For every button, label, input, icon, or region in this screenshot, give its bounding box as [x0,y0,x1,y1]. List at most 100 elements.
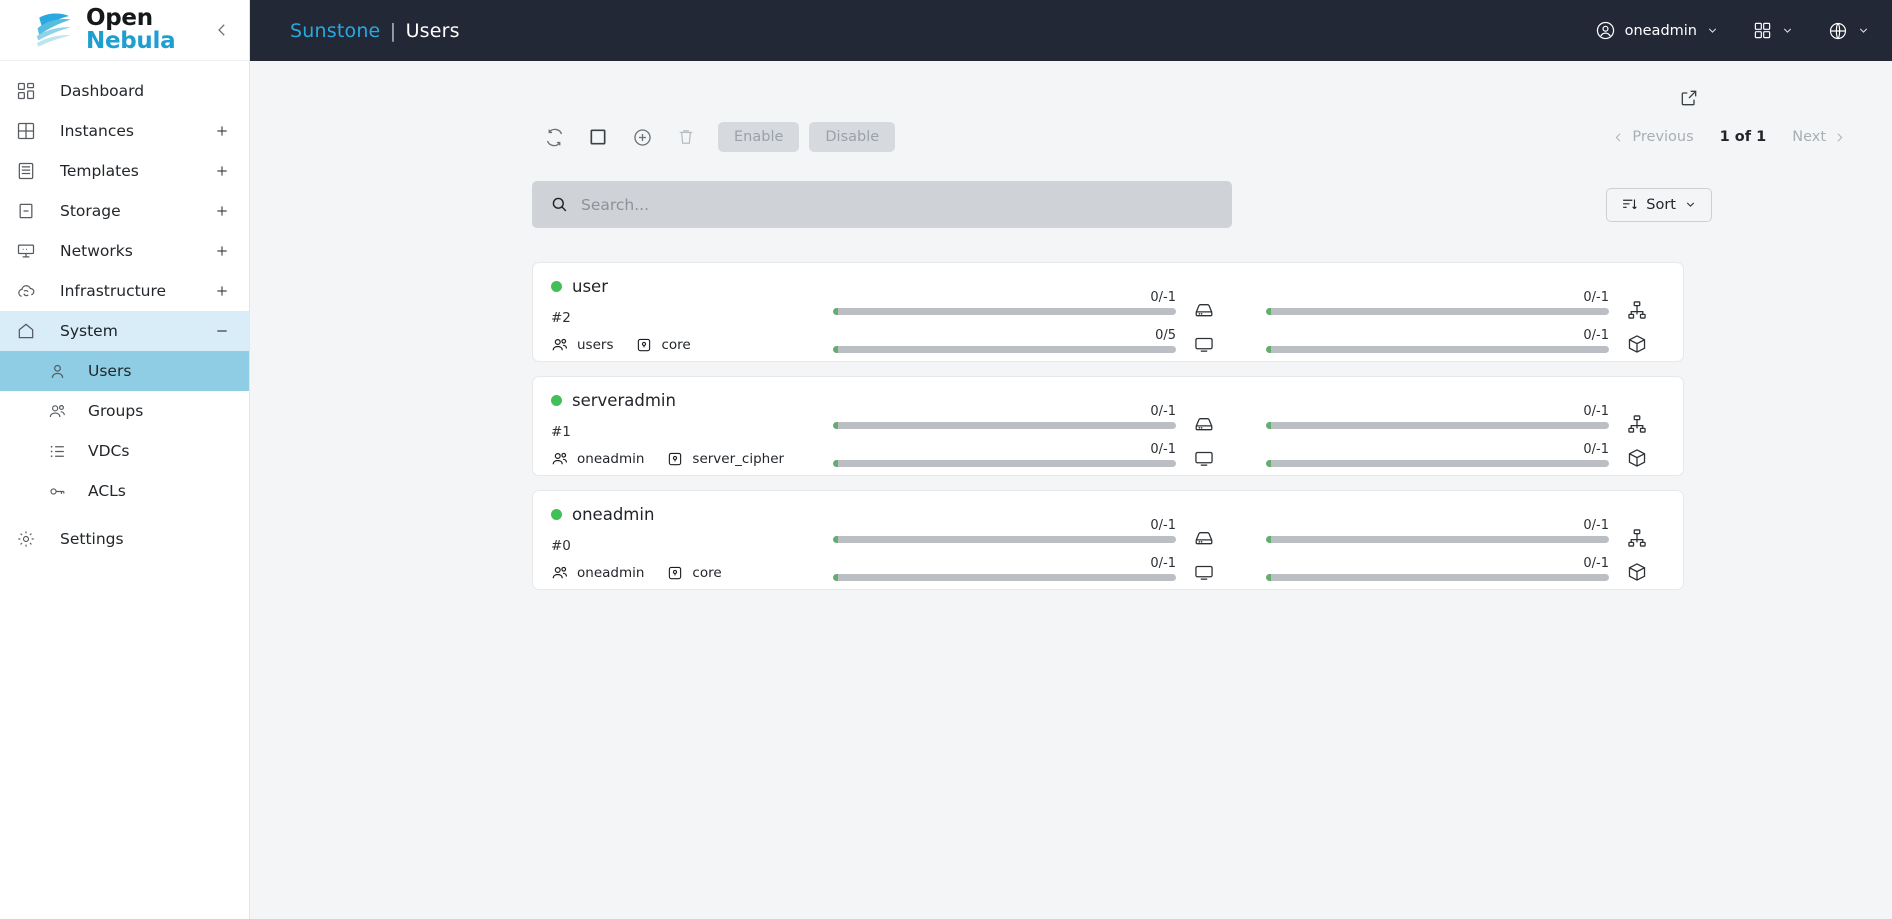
user-auth-label: core [661,337,691,353]
refresh-icon[interactable] [532,117,576,157]
quota-vm: 0/-1 [833,556,1176,581]
brand-line-1: Open [86,5,153,31]
collapse-system-button[interactable] [213,322,231,340]
sidebar-item-label: Groups [88,402,144,420]
user-group-label: users [577,337,614,353]
quota-bars: 0/-1 0/5 [833,290,1176,353]
vm-monitor-icon [1193,561,1215,583]
templates-drawer-icon [14,159,38,183]
sidebar-item-networks[interactable]: Networks [0,231,249,271]
main-area: Sunstone | Users oneadmin Enable Disable… [250,0,1892,919]
add-instance-button[interactable] [213,122,231,140]
user-card[interactable]: oneadmin #0 oneadmin core 0/-1 0/-1 0/-1… [532,490,1684,590]
sidebar-item-system[interactable]: System [0,311,249,351]
sidebar-item-storage[interactable]: Storage [0,191,249,231]
checkbox-square-icon[interactable] [576,117,620,157]
quota-progress-bar [1266,421,1609,429]
trash-icon[interactable] [664,117,708,157]
opennebula-logo-icon [34,10,76,50]
quota-value: 0/-1 [1150,555,1176,571]
image-box-icon [1626,561,1648,583]
vm-monitor-icon [1193,447,1215,469]
gear-icon [14,527,38,551]
export-row [280,83,1862,113]
next-page-button[interactable]: Next [1780,129,1858,145]
add-storage-button[interactable] [213,202,231,220]
quota-progress-bar [833,421,1176,429]
sidebar-item-vdcs[interactable]: VDCs [0,431,249,471]
search-icon [550,195,569,214]
list-icon [46,440,68,462]
user-card-meta: oneadmin core [551,564,833,582]
sort-icon [1621,196,1638,213]
quota-datastore: 0/-1 [833,404,1176,429]
quota-vm: 0/5 [833,328,1176,353]
sidebar-item-dashboard[interactable]: Dashboard [0,71,249,111]
quota-image: 0/-1 [1266,556,1609,581]
page-count-label: 1 of 1 [1719,129,1767,145]
add-template-button[interactable] [213,162,231,180]
user-icon [46,360,68,382]
search-input[interactable] [581,195,1214,214]
user-auth: core [666,564,722,582]
apps-menu-button[interactable] [1753,21,1794,40]
quota-value: 0/-1 [1150,441,1176,457]
quota-icons [1609,516,1665,583]
quota-datastore: 0/-1 [833,290,1176,315]
language-menu-button[interactable] [1828,21,1870,41]
quota-value: 0/-1 [1583,555,1609,571]
add-network-button[interactable] [213,242,231,260]
user-menu-button[interactable]: oneadmin [1595,20,1719,41]
user-group-label: oneadmin [577,451,645,467]
user-auth-label: server_cipher [692,451,785,467]
sidebar-item-settings[interactable]: Settings [0,519,249,559]
quota-group-resources: 0/-1 0/-1 [1266,491,1665,589]
user-group-label: oneadmin [577,565,645,581]
user-card[interactable]: user #2 users core 0/-1 0/5 0/-1 0/-1 [532,262,1684,362]
user-card[interactable]: serveradmin #1 oneadmin server_cipher 0/… [532,376,1684,476]
previous-page-button[interactable]: Previous [1600,129,1705,145]
chevron-down-icon [1706,24,1719,37]
sidebar-item-acls[interactable]: ACLs [0,471,249,511]
user-card-title: oneadmin [551,505,833,524]
quota-vm: 0/-1 [833,442,1176,467]
sidebar-item-instances[interactable]: Instances [0,111,249,151]
quota-spacer [1232,263,1266,361]
external-link-icon[interactable] [1674,83,1704,113]
quota-network: 0/-1 [1266,404,1609,429]
disable-button[interactable]: Disable [809,122,896,152]
user-card-info: serveradmin #1 oneadmin server_cipher [551,377,833,475]
quota-image: 0/-1 [1266,328,1609,353]
sidebar-item-infrastructure[interactable]: Infrastructure [0,271,249,311]
image-box-icon [1626,333,1648,355]
sort-button[interactable]: Sort [1606,187,1712,222]
quota-progress-bar [833,459,1176,467]
quota-icons [1176,402,1232,469]
sidebar-item-users[interactable]: Users [0,351,249,391]
user-card-meta: users core [551,336,833,354]
enable-button[interactable]: Enable [718,122,800,152]
vm-monitor-icon [1193,333,1215,355]
sidebar-item-groups[interactable]: Groups [0,391,249,431]
quota-icons [1176,288,1232,355]
sidebar-collapse-button[interactable] [209,17,235,43]
quota-bars: 0/-1 0/-1 [1266,518,1609,581]
instances-grid-icon [14,119,38,143]
user-menu-label: oneadmin [1624,22,1697,39]
title-separator: | [389,19,397,42]
plus-circle-icon[interactable] [620,117,664,157]
quota-progress-bar [1266,459,1609,467]
sidebar-item-label: Users [88,362,132,380]
quota-progress-bar [833,573,1176,581]
add-infrastructure-button[interactable] [213,282,231,300]
user-group: oneadmin [551,564,644,582]
quota-progress-bar [833,535,1176,543]
search-box[interactable] [532,181,1232,228]
quota-progress-bar [1266,535,1609,543]
quota-progress-bar [1266,307,1609,315]
sidebar-item-label: ACLs [88,482,126,500]
user-auth: server_cipher [666,450,784,468]
sidebar-item-templates[interactable]: Templates [0,151,249,191]
status-dot [551,281,562,292]
top-header: Sunstone | Users oneadmin [250,0,1892,61]
